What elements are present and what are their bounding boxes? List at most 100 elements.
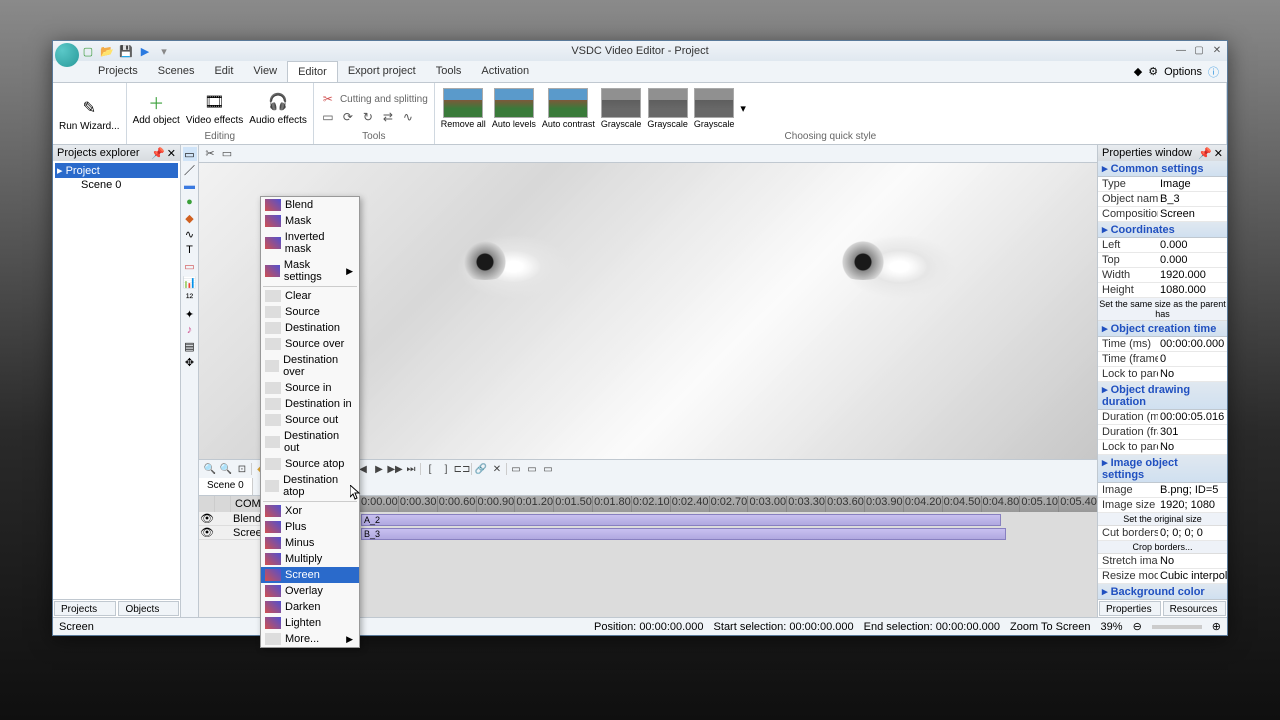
add-object-button[interactable]: ＋Add object bbox=[133, 90, 180, 126]
prop-name[interactable]: Object nameB_3 bbox=[1098, 192, 1227, 207]
curve-tool-icon[interactable]: ∿ bbox=[183, 227, 197, 241]
blend-mode-destination-out[interactable]: Destination out bbox=[261, 428, 359, 456]
timeline-scene-tab[interactable]: Scene 0 bbox=[199, 478, 253, 495]
props-section[interactable]: ▸ Object drawing duration bbox=[1098, 382, 1227, 410]
scene-node[interactable]: Scene 0 bbox=[79, 178, 178, 192]
run-wizard-button[interactable]: ✎Run Wizard... bbox=[59, 96, 120, 132]
remove-all-style[interactable]: Remove all bbox=[441, 88, 486, 129]
app-logo[interactable] bbox=[55, 43, 79, 67]
animation-tool-icon[interactable]: ✦ bbox=[183, 307, 197, 321]
blend-mode-overlay[interactable]: Overlay bbox=[261, 583, 359, 599]
chart-tool-icon[interactable]: 📊 bbox=[183, 275, 197, 289]
blend-mode-destination-atop[interactable]: Destination atop bbox=[261, 472, 359, 500]
prop-stretch[interactable]: Stretch imageNo bbox=[1098, 554, 1227, 569]
projects-explorer-tab[interactable]: Projects ex... bbox=[54, 601, 116, 616]
prop-top[interactable]: Top0.000 bbox=[1098, 253, 1227, 268]
zoom-slider[interactable] bbox=[1152, 625, 1202, 629]
eye-icon[interactable]: 👁 bbox=[199, 526, 215, 539]
blend-mode-more-[interactable]: More...▶ bbox=[261, 631, 359, 647]
minimize-button[interactable]: — bbox=[1173, 43, 1189, 57]
blend-mode-source-over[interactable]: Source over bbox=[261, 336, 359, 352]
tool-audio-icon[interactable]: ∿ bbox=[400, 109, 416, 125]
new-icon[interactable]: ▢ bbox=[81, 44, 95, 58]
rect-tool-icon[interactable]: ▬ bbox=[183, 179, 197, 193]
tool-crop-icon[interactable]: ▭ bbox=[320, 109, 336, 125]
prop-height[interactable]: Height1080.000 bbox=[1098, 283, 1227, 298]
menu-tab-tools[interactable]: Tools bbox=[426, 61, 472, 82]
close-panel-icon[interactable]: ✕ bbox=[167, 147, 176, 160]
blend-mode-lighten[interactable]: Lighten bbox=[261, 615, 359, 631]
blend-mode-source-in[interactable]: Source in bbox=[261, 380, 359, 396]
tl-edit1-icon[interactable]: ▭ bbox=[509, 462, 523, 476]
blend-mode-plus[interactable]: Plus bbox=[261, 519, 359, 535]
prop-duration-frame[interactable]: Duration (fra301 bbox=[1098, 425, 1227, 440]
counter-tool-icon[interactable]: ¹² bbox=[183, 291, 197, 305]
prop-left[interactable]: Left0.000 bbox=[1098, 238, 1227, 253]
grayscale-style-3[interactable]: Grayscale bbox=[694, 88, 735, 129]
ellipse-tool-icon[interactable]: ● bbox=[183, 195, 197, 209]
open-icon[interactable]: 📂 bbox=[100, 44, 114, 58]
tl-zoom-out-icon[interactable]: 🔍 bbox=[219, 462, 233, 476]
select-tool-icon[interactable]: ▭ bbox=[183, 147, 197, 161]
blend-mode-mask[interactable]: Mask bbox=[261, 213, 359, 229]
prop-same-size-button[interactable]: Set the same size as the parent has bbox=[1098, 298, 1227, 321]
menu-tab-export-project[interactable]: Export project bbox=[338, 61, 426, 82]
menu-tab-edit[interactable]: Edit bbox=[204, 61, 243, 82]
blend-mode-source[interactable]: Source bbox=[261, 304, 359, 320]
grayscale-style-1[interactable]: Grayscale bbox=[601, 88, 642, 129]
tl-zoom-in-icon[interactable]: 🔍 bbox=[203, 462, 217, 476]
tl-range-icon[interactable]: ⊏⊐ bbox=[455, 462, 469, 476]
props-section[interactable]: ▸ Image object settings bbox=[1098, 455, 1227, 483]
maximize-button[interactable]: ▢ bbox=[1191, 43, 1207, 57]
cut-icon[interactable]: ✂ bbox=[320, 91, 336, 107]
prop-image-size[interactable]: Image size1920; 1080 bbox=[1098, 498, 1227, 513]
pin-icon[interactable]: 📌 bbox=[151, 147, 165, 160]
blend-mode-clear[interactable]: Clear bbox=[261, 288, 359, 304]
close-panel-icon[interactable]: ✕ bbox=[1214, 147, 1223, 160]
blend-mode-destination-in[interactable]: Destination in bbox=[261, 396, 359, 412]
tool-rotate-icon[interactable]: ↻ bbox=[360, 109, 376, 125]
prop-image[interactable]: ImageB.png; ID=5 bbox=[1098, 483, 1227, 498]
tl-next-icon[interactable]: ▶▶ bbox=[388, 462, 402, 476]
line-tool-icon[interactable]: ／ bbox=[183, 163, 197, 177]
auto-contrast-style[interactable]: Auto contrast bbox=[542, 88, 595, 129]
prop-resize[interactable]: Resize modeCubic interpolatio bbox=[1098, 569, 1227, 584]
blend-mode-blend[interactable]: Blend bbox=[261, 197, 359, 213]
info-icon[interactable]: ⓘ bbox=[1208, 64, 1219, 80]
prop-duration-ms[interactable]: Duration (ms00:00:05.016 bbox=[1098, 410, 1227, 425]
resources-tab[interactable]: Resources ... bbox=[1163, 601, 1226, 616]
blend-mode-mask-settings[interactable]: Mask settings▶ bbox=[261, 257, 359, 285]
blend-mode-source-out[interactable]: Source out bbox=[261, 412, 359, 428]
zoom-in-icon[interactable]: ⊕ bbox=[1212, 620, 1221, 633]
prop-type[interactable]: TypeImage bbox=[1098, 177, 1227, 192]
tool-flip-icon[interactable]: ⇄ bbox=[380, 109, 396, 125]
props-section[interactable]: ▸ Coordinates bbox=[1098, 222, 1227, 238]
prop-lock2[interactable]: Lock to parenNo bbox=[1098, 440, 1227, 455]
menu-tab-view[interactable]: View bbox=[243, 61, 287, 82]
tl-step-fwd-icon[interactable]: ▶ bbox=[372, 462, 386, 476]
prop-time-ms[interactable]: Time (ms)00:00:00.000 bbox=[1098, 337, 1227, 352]
tool-speed-icon[interactable]: ⟳ bbox=[340, 109, 356, 125]
prop-width[interactable]: Width1920.000 bbox=[1098, 268, 1227, 283]
close-button[interactable]: ✕ bbox=[1209, 43, 1225, 57]
grayscale-style-2[interactable]: Grayscale bbox=[647, 88, 688, 129]
tl-unlink-icon[interactable]: ✕ bbox=[490, 462, 504, 476]
props-section[interactable]: ▸ Common settings bbox=[1098, 161, 1227, 177]
video-tool-icon[interactable]: ▤ bbox=[183, 339, 197, 353]
tooltip-tool-icon[interactable]: ▭ bbox=[183, 259, 197, 273]
tl-last-icon[interactable]: ⏭ bbox=[404, 462, 418, 476]
zoom-out-icon[interactable]: ⊖ bbox=[1133, 620, 1142, 633]
move-tool-icon[interactable]: ✥ bbox=[183, 355, 197, 369]
blend-mode-darken[interactable]: Darken bbox=[261, 599, 359, 615]
project-node[interactable]: ▸ Project bbox=[55, 163, 178, 178]
properties-tab[interactable]: Properties ... bbox=[1099, 601, 1161, 616]
options-label[interactable]: Options bbox=[1164, 66, 1202, 78]
blend-mode-source-atop[interactable]: Source atop bbox=[261, 456, 359, 472]
prop-time-frame[interactable]: Time (frame)0 bbox=[1098, 352, 1227, 367]
tl-bracket-l-icon[interactable]: [ bbox=[423, 462, 437, 476]
objects-explorer-tab[interactable]: Objects ex... bbox=[118, 601, 179, 616]
prop-composition[interactable]: Composition mScreen bbox=[1098, 207, 1227, 222]
auto-levels-style[interactable]: Auto levels bbox=[492, 88, 536, 129]
menu-tab-activation[interactable]: Activation bbox=[471, 61, 539, 82]
blend-mode-screen[interactable]: Screen bbox=[261, 567, 359, 583]
